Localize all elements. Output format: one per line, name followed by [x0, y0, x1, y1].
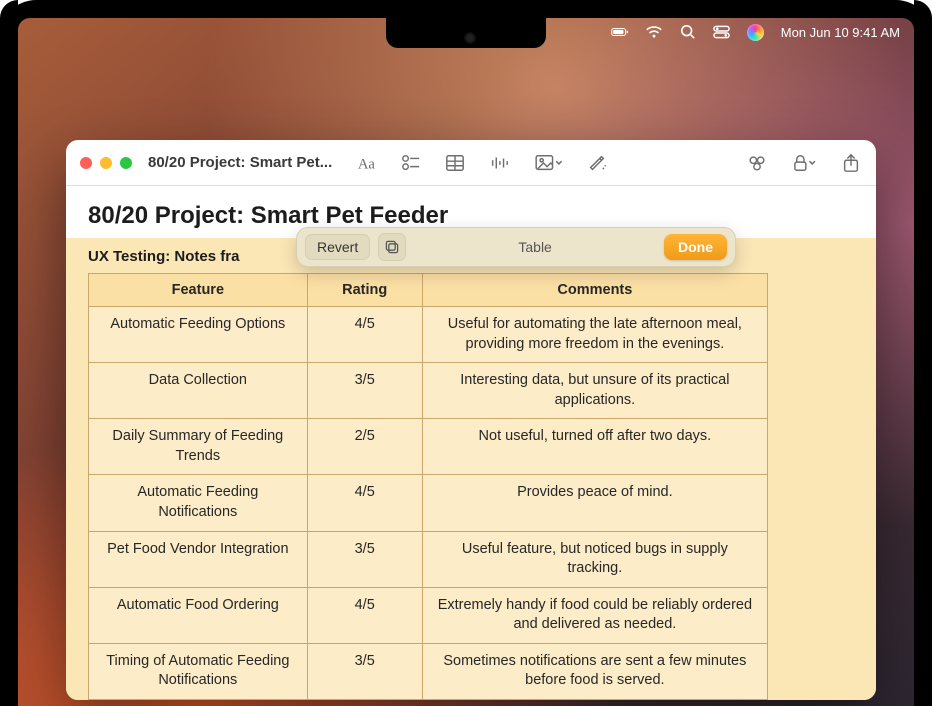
cell-rating[interactable]: 3/5 — [307, 643, 422, 699]
cell-comments[interactable]: Interesting data, but unsure of its prac… — [422, 363, 767, 419]
format-text-button[interactable]: Aa — [356, 152, 378, 174]
done-button[interactable]: Done — [664, 234, 727, 260]
share-button[interactable] — [840, 152, 862, 174]
wifi-icon[interactable] — [645, 23, 663, 41]
battery-icon[interactable] — [611, 23, 629, 41]
notes-window: 80/20 Project: Smart Pet... Aa — [66, 140, 876, 700]
window-zoom-button[interactable] — [120, 157, 132, 169]
checklist-button[interactable] — [400, 152, 422, 174]
revert-button[interactable]: Revert — [305, 234, 370, 260]
window-minimize-button[interactable] — [100, 157, 112, 169]
table-header-row: Feature Rating Comments — [89, 274, 768, 307]
cell-comments[interactable]: Extremely handy if food could be reliabl… — [422, 587, 767, 643]
spotlight-search-icon[interactable] — [679, 23, 697, 41]
copy-icon-button[interactable] — [378, 233, 406, 261]
cell-feature[interactable]: Daily Summary of Feeding Trends — [89, 419, 308, 475]
col-header-rating: Rating — [307, 274, 422, 307]
table-row[interactable]: Automatic Food Ordering4/5Extremely hand… — [89, 587, 768, 643]
cell-feature[interactable]: Automatic Feeding Notifications — [89, 475, 308, 531]
cell-feature[interactable]: Data Collection — [89, 363, 308, 419]
table-button[interactable] — [444, 152, 466, 174]
cell-comments[interactable]: Useful feature, but noticed bugs in supp… — [422, 531, 767, 587]
col-header-feature: Feature — [89, 274, 308, 307]
notes-toolbar: Aa — [356, 152, 862, 174]
highlighted-section: UX Testing: Notes fra Feature Rating Com… — [66, 238, 876, 700]
cell-rating[interactable]: 3/5 — [307, 531, 422, 587]
siri-icon[interactable] — [747, 23, 765, 41]
table-row[interactable]: Automatic Feeding Options4/5Useful for a… — [89, 307, 768, 363]
cell-rating[interactable]: 4/5 — [307, 475, 422, 531]
camera-icon — [464, 32, 476, 44]
window-titlebar: 80/20 Project: Smart Pet... Aa — [66, 140, 876, 186]
table-row[interactable]: Pet Food Vendor Integration3/5Useful fea… — [89, 531, 768, 587]
cell-rating[interactable]: 4/5 — [307, 587, 422, 643]
cell-comments[interactable]: Useful for automating the late afternoon… — [422, 307, 767, 363]
edit-bar-title: Table — [414, 239, 656, 255]
cell-feature[interactable]: Automatic Food Ordering — [89, 587, 308, 643]
col-header-comments: Comments — [422, 274, 767, 307]
feature-table[interactable]: Feature Rating Comments Automatic Feedin… — [88, 273, 768, 700]
audio-button[interactable] — [488, 152, 510, 174]
table-row[interactable]: Daily Summary of Feeding Trends2/5Not us… — [89, 419, 768, 475]
cell-comments[interactable]: Not useful, turned off after two days. — [422, 419, 767, 475]
table-row[interactable]: Automatic Feeding Notifications4/5Provid… — [89, 475, 768, 531]
table-row[interactable]: Data Collection3/5Interesting data, but … — [89, 363, 768, 419]
cell-rating[interactable]: 3/5 — [307, 363, 422, 419]
cell-comments[interactable]: Provides peace of mind. — [422, 475, 767, 531]
cell-feature[interactable]: Pet Food Vendor Integration — [89, 531, 308, 587]
menubar-datetime[interactable]: Mon Jun 10 9:41 AM — [781, 25, 900, 40]
media-button[interactable] — [532, 152, 564, 174]
svg-text:Aa: Aa — [358, 156, 376, 172]
cell-feature[interactable]: Automatic Feeding Options — [89, 307, 308, 363]
table-edit-bar: Revert Table Done — [296, 227, 736, 267]
cell-feature[interactable]: Timing of Automatic Feeding Notification… — [89, 643, 308, 699]
window-close-button[interactable] — [80, 157, 92, 169]
writing-tools-button[interactable] — [586, 152, 608, 174]
cell-rating[interactable]: 2/5 — [307, 419, 422, 475]
link-button[interactable] — [746, 152, 768, 174]
cell-comments[interactable]: Sometimes notifications are sent a few m… — [422, 643, 767, 699]
laptop-notch — [386, 18, 546, 48]
lock-button[interactable] — [790, 152, 818, 174]
cell-rating[interactable]: 4/5 — [307, 307, 422, 363]
control-center-icon[interactable] — [713, 23, 731, 41]
table-row[interactable]: Timing of Automatic Feeding Notification… — [89, 643, 768, 699]
window-title: 80/20 Project: Smart Pet... — [148, 154, 332, 171]
